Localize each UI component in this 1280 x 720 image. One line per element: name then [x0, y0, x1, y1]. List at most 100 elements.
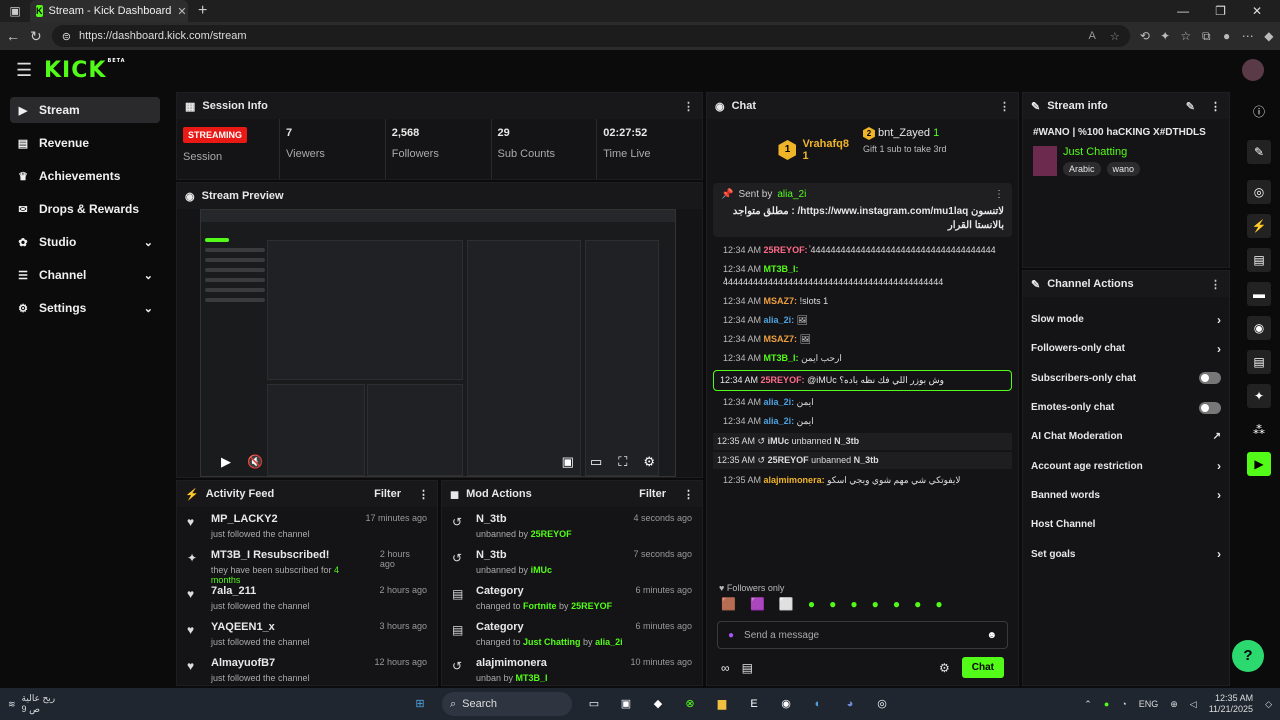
discord-icon[interactable]: ◕ [840, 694, 860, 714]
settings-icon[interactable]: ⚙ [643, 454, 655, 470]
emote-icon[interactable]: ● [914, 597, 921, 611]
emote-icon[interactable]: ● [893, 597, 900, 611]
emote-icon[interactable]: 🟫 [721, 597, 736, 611]
chat-icon[interactable]: ▬ [1247, 282, 1271, 306]
layout-icon[interactable]: ▤ [1247, 350, 1271, 374]
taskbar-search[interactable]: ⌕ Search [442, 692, 572, 716]
chat-message[interactable]: 12:35 AM alajmimonera: لايفوتكي شي مهم ش… [707, 471, 1018, 490]
chat-message[interactable]: 12:34 AM MSAZ7: 🖼 [707, 330, 1018, 349]
close-tab-icon[interactable]: ✕ [177, 5, 186, 18]
favorite-star-icon[interactable]: ☆ [1110, 30, 1120, 43]
preview-icon[interactable]: ◎ [1247, 180, 1271, 204]
minimize-icon[interactable]: — [1177, 4, 1189, 18]
headset-icon[interactable]: ◔ [1121, 699, 1126, 709]
emote-icon[interactable]: ⬜ [779, 597, 794, 611]
mic-icon[interactable]: ● [728, 630, 734, 641]
system-clock[interactable]: 12:35 AM 11/21/2025 [1209, 693, 1253, 715]
pin-action-icon[interactable]: ⋮ [994, 189, 1004, 200]
action-subscribers-only[interactable]: Subscribers-only chat [1023, 364, 1229, 393]
sidebar-item-settings[interactable]: ⚙ Settings ⌄ [10, 295, 160, 321]
action-banned-words[interactable]: Banned words › [1023, 481, 1229, 510]
maximize-icon[interactable]: ❐ [1215, 4, 1226, 18]
back-icon[interactable]: ← [6, 28, 20, 44]
more-menu-icon[interactable]: ⋯ [1242, 29, 1254, 43]
pinned-message[interactable]: 📌 Sent by alia_2i ⋮ لاتنسون https://www.ins… [713, 183, 1012, 237]
emoji-icon[interactable]: ☻ [986, 630, 997, 641]
refresh-icon[interactable]: ↻ [30, 28, 42, 45]
collections-icon[interactable]: ⧉ [1201, 29, 1211, 44]
chat-message[interactable]: 12:34 AM MT3B_I: ارحب ايمن [707, 349, 1018, 368]
more-options-icon[interactable]: ⋮ [1210, 100, 1221, 113]
file-explorer-icon[interactable]: ▆ [712, 694, 732, 714]
action-account-age[interactable]: Account age restriction › [1023, 451, 1229, 480]
hamburger-menu-icon[interactable]: ☰ [16, 60, 32, 81]
filter-button[interactable]: Filter [639, 488, 666, 500]
emote-icon[interactable]: ● [872, 597, 879, 611]
chat-message[interactable]: 12:34 AM MSAZ7: !slots 1 [707, 292, 1018, 311]
language-indicator[interactable]: ENG [1139, 699, 1159, 709]
more-options-icon[interactable]: ⋮ [999, 100, 1010, 113]
subscribers-only-toggle[interactable] [1199, 372, 1221, 385]
url-input[interactable]: ⊜ https://dashboard.kick.com/stream A ☆ [51, 25, 1130, 47]
clip-icon[interactable]: ▣ [562, 454, 574, 470]
sidebar-item-channel[interactable]: ☰ Channel ⌄ [10, 262, 160, 288]
start-icon[interactable]: ⊞ [410, 694, 430, 714]
app-icon[interactable]: ◆ [648, 694, 668, 714]
stream-video[interactable]: ▶ 🔇 ▣ ▭ ⛶ ⚙ [200, 209, 676, 477]
sidebar-item-revenue[interactable]: ▤ Revenue [10, 130, 160, 156]
favorites-icon[interactable]: ☆ [1180, 29, 1191, 43]
network-icon[interactable]: ⊕ [1170, 699, 1178, 710]
user-avatar[interactable] [1242, 59, 1264, 81]
emotes-only-toggle[interactable] [1199, 401, 1221, 414]
xbox-icon[interactable]: ⊗ [680, 694, 700, 714]
theatre-icon[interactable]: ▭ [590, 454, 602, 470]
clapper-icon[interactable]: ▶ [1247, 452, 1271, 476]
edit-icon[interactable]: ✎ [1247, 140, 1271, 164]
action-emotes-only[interactable]: Emotes-only chat [1023, 393, 1229, 422]
emote-icon[interactable]: 🟪 [750, 597, 765, 611]
obs-icon[interactable]: ◎ [872, 694, 892, 714]
kick-logo[interactable]: KICKBETA [44, 58, 126, 83]
action-followers-only[interactable]: Followers-only chat › [1023, 334, 1229, 363]
edit-icon[interactable]: ✎ [1186, 100, 1195, 113]
action-host-channel[interactable]: Host Channel [1023, 510, 1229, 539]
broadcast-icon[interactable]: ◉ [1247, 316, 1271, 340]
window-menu-icon[interactable]: ▣ [0, 4, 30, 18]
more-options-icon[interactable]: ⋮ [683, 488, 694, 501]
emote-icon[interactable]: ● [829, 597, 836, 611]
copilot-icon[interactable]: ◆ [1264, 29, 1274, 43]
edge-icon[interactable]: ◐ [808, 694, 828, 714]
apps-icon[interactable]: ⁂ [1247, 418, 1271, 442]
send-chat-button[interactable]: Chat [961, 657, 1004, 678]
wrench-icon[interactable]: ✦ [1247, 384, 1271, 408]
highlighted-message[interactable]: 12:34 AM 25REYOF: @iMUc وش بوزر اللي فك … [713, 370, 1012, 391]
category-name[interactable]: Just Chatting [1063, 146, 1140, 158]
points-icon[interactable]: ∞ [721, 661, 730, 675]
mute-icon[interactable]: 🔇 [247, 454, 263, 470]
extension-icon[interactable]: ⟲ [1140, 29, 1150, 43]
sidebar-item-achievements[interactable]: ♛ Achievements [10, 163, 160, 189]
emote-icon[interactable]: ● [850, 597, 857, 611]
tag[interactable]: wano [1106, 162, 1141, 176]
store-icon[interactable]: ▣ [616, 694, 636, 714]
gift-icon[interactable]: ▤ [742, 661, 753, 675]
more-options-icon[interactable]: ⋮ [683, 100, 694, 113]
sidebar-item-stream[interactable]: ▶ Stream [10, 97, 160, 123]
chat-message[interactable]: 12:34 AM 25REYOF: ٰ444444444444444444444… [707, 241, 1018, 260]
task-view-icon[interactable]: ▭ [584, 694, 604, 714]
browser-tab[interactable]: K Stream - Kick Dashboard ✕ [30, 0, 188, 22]
chat-settings-icon[interactable]: ⚙ [939, 661, 950, 675]
profile-icon[interactable]: ● [1221, 29, 1231, 43]
emote-icon[interactable]: ● [808, 597, 815, 611]
chat-message[interactable]: 12:34 AM alia_2i: ايمن [707, 393, 1018, 412]
more-options-icon[interactable]: ⋮ [1210, 278, 1221, 291]
sidebar-item-studio[interactable]: ✿ Studio ⌄ [10, 229, 160, 255]
chat-message[interactable]: 12:34 AM alia_2i: 🖼 [707, 311, 1018, 330]
close-window-icon[interactable]: ✕ [1252, 4, 1262, 18]
notifications-icon[interactable]: ◇ [1265, 699, 1272, 710]
site-info-icon[interactable]: ⊜ [62, 30, 71, 43]
play-icon[interactable]: ▶ [221, 454, 231, 470]
fullscreen-icon[interactable]: ⛶ [618, 454, 627, 470]
filter-button[interactable]: Filter [374, 488, 401, 500]
weather-widget[interactable]: ≋ ريح عالية 9 ص [8, 693, 55, 715]
